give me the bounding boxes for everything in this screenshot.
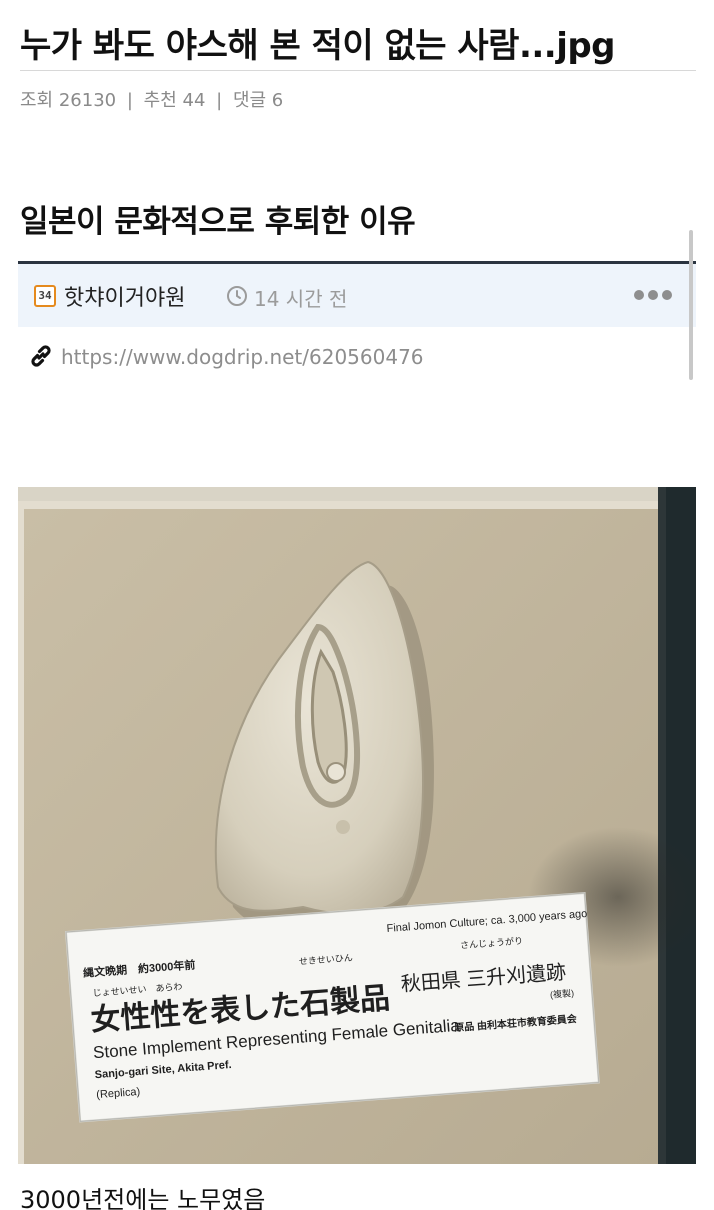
page: 누가 봐도 야스해 본 적이 없는 사람...jpg 조회 26130 | 추천… — [0, 0, 714, 1210]
author-badge-icon: 34 — [34, 285, 56, 307]
comment-count[interactable]: 댓글 6 — [233, 90, 283, 111]
label-replica-jp: (複製) — [550, 987, 575, 1000]
author-name[interactable]: 핫챠이거야원 — [64, 280, 185, 312]
embed-heading: 일본이 문화적으로 후퇴한 이유 — [20, 204, 416, 240]
recommend-count: 추천 44 — [143, 90, 206, 111]
museum-photo-illustration: Final Jomon Culture; ca. 3,000 years ago… — [18, 487, 696, 1164]
meta-separator: | — [126, 90, 133, 111]
post-title: 누가 봐도 야스해 본 적이 없는 사람...jpg — [20, 26, 616, 66]
time-ago: 14 시간 전 — [254, 287, 348, 311]
image-caption: 3000년전에는 노무였음 — [20, 1186, 266, 1210]
meta-separator: | — [216, 90, 223, 111]
museum-photo: Final Jomon Culture; ca. 3,000 years ago… — [18, 487, 696, 1164]
author-bar: 34 핫챠이거야원 14 시간 전 — [18, 264, 696, 327]
link-icon — [31, 345, 51, 367]
view-count: 조회 26130 — [20, 90, 117, 111]
post-meta: 조회 26130 | 추천 44 | 댓글 6 — [20, 86, 283, 112]
source-url-link[interactable]: https://www.dogdrip.net/620560476 — [61, 345, 424, 369]
title-divider — [20, 70, 696, 71]
scrollbar[interactable] — [689, 230, 693, 380]
clock-icon — [227, 286, 247, 306]
more-options-icon[interactable] — [633, 289, 673, 301]
